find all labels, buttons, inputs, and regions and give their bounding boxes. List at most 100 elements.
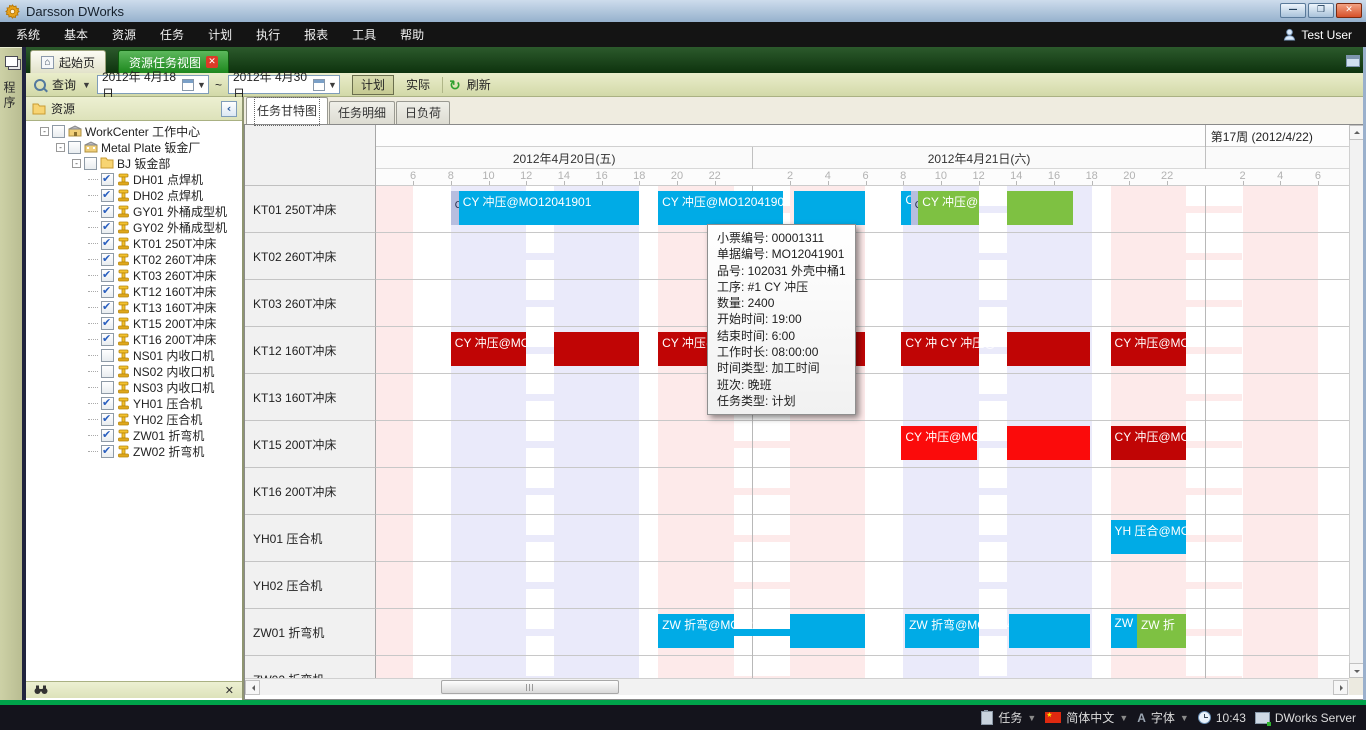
menu-item-计划[interactable]: 计划 xyxy=(196,22,244,47)
expander-icon[interactable]: - xyxy=(56,143,65,152)
dropdown-caret-icon[interactable]: ▼ xyxy=(1119,713,1128,723)
refresh-button[interactable]: 刷新 xyxy=(467,76,491,93)
task-bar[interactable] xyxy=(1007,191,1073,225)
tree-checkbox[interactable] xyxy=(101,189,114,202)
status-item-label[interactable]: 简体中文 xyxy=(1066,709,1114,726)
tree-item[interactable]: DH02 点焊机 xyxy=(26,187,242,203)
date-from-caret-icon[interactable]: ▼ xyxy=(197,80,206,90)
tree-item[interactable]: -BJ 钣金部 xyxy=(26,155,242,171)
tree-item[interactable]: ZW02 折弯机 xyxy=(26,443,242,459)
close-panel-icon[interactable]: ✕ xyxy=(225,684,234,697)
tree-checkbox[interactable] xyxy=(101,413,114,426)
task-bar[interactable] xyxy=(1007,332,1090,366)
horizontal-scrollbar[interactable] xyxy=(245,678,1349,695)
tree-item-label[interactable]: GY01 外桶成型机 xyxy=(133,203,227,220)
task-bar[interactable]: CY 冲压@MO1 xyxy=(1111,426,1186,460)
expander-icon[interactable]: - xyxy=(72,159,81,168)
tree-item-label[interactable]: KT16 200T冲床 xyxy=(133,331,216,348)
menu-item-基本[interactable]: 基本 xyxy=(52,22,100,47)
tree-item-label[interactable]: YH01 压合机 xyxy=(133,395,202,412)
tab-close-icon[interactable]: ✕ xyxy=(206,56,218,68)
task-bar[interactable] xyxy=(1007,426,1090,460)
menu-item-任务[interactable]: 任务 xyxy=(148,22,196,47)
date-to-input[interactable]: 2012年 4月30日 ▼ xyxy=(228,75,340,94)
close-button[interactable]: ✕ xyxy=(1336,3,1362,18)
tree-item-label[interactable]: KT03 260T冲床 xyxy=(133,267,216,284)
scroll-down-icon[interactable] xyxy=(1349,663,1364,678)
tree-item-label[interactable]: NS03 内收口机 xyxy=(133,379,214,396)
expander-icon[interactable]: - xyxy=(40,127,49,136)
tree-item[interactable]: KT01 250T冲床 xyxy=(26,235,242,251)
task-bar[interactable]: CY 冲压@MO12041903 xyxy=(901,426,976,460)
menu-item-执行[interactable]: 执行 xyxy=(244,22,292,47)
tree-item[interactable]: - Metal Plate 钣金厂 xyxy=(26,139,242,155)
tree-item-label[interactable]: WorkCenter 工作中心 xyxy=(85,123,200,140)
tree-checkbox[interactable] xyxy=(101,205,114,218)
tree-item[interactable]: ZW01 折弯机 xyxy=(26,427,242,443)
actual-button[interactable]: 实际 xyxy=(400,76,436,93)
task-bar[interactable]: ZW 折弯@MO12041901 xyxy=(905,614,979,648)
menu-item-工具[interactable]: 工具 xyxy=(340,22,388,47)
menu-item-帮助[interactable]: 帮助 xyxy=(388,22,436,47)
status-item-简体中文[interactable]: ★简体中文▼ xyxy=(1045,709,1128,726)
task-bar[interactable]: ZW 折弯@MO12041901 xyxy=(658,614,733,648)
tree-item[interactable]: - WorkCenter 工作中心 xyxy=(26,123,242,139)
minimize-button[interactable]: — xyxy=(1280,3,1306,18)
tree-item-label[interactable]: KT02 260T冲床 xyxy=(133,251,216,268)
tree-checkbox[interactable] xyxy=(101,333,114,346)
tree-checkbox[interactable] xyxy=(101,429,114,442)
scroll-left-icon[interactable] xyxy=(245,680,260,695)
binoculars-icon[interactable] xyxy=(34,685,48,695)
tree-item[interactable]: YH02 压合机 xyxy=(26,411,242,427)
dropdown-caret-icon[interactable]: ▼ xyxy=(1180,713,1189,723)
task-bar[interactable] xyxy=(794,191,866,225)
query-button[interactable]: 查询 xyxy=(52,76,76,93)
task-bar[interactable] xyxy=(790,614,865,648)
task-bar[interactable]: C xyxy=(901,191,910,225)
tree-item[interactable]: NS03 内收口机 xyxy=(26,379,242,395)
tree-checkbox[interactable] xyxy=(101,269,114,282)
task-bar[interactable]: C xyxy=(911,191,919,225)
menu-item-系统[interactable]: 系统 xyxy=(4,22,52,47)
scrollbar-thumb[interactable] xyxy=(441,680,619,694)
tree-item-label[interactable]: Metal Plate 钣金厂 xyxy=(101,139,200,156)
status-item-label[interactable]: 任务 xyxy=(998,709,1022,726)
vertical-scrollbar[interactable] xyxy=(1349,125,1364,695)
plan-button[interactable]: 计划 xyxy=(352,75,394,95)
tree-checkbox[interactable] xyxy=(101,381,114,394)
status-item-字体[interactable]: A字体▼ xyxy=(1137,709,1189,726)
scroll-right-icon[interactable] xyxy=(1333,680,1348,695)
tree-item[interactable]: KT03 260T冲床 xyxy=(26,267,242,283)
tree-checkbox[interactable] xyxy=(101,237,114,250)
status-item-label[interactable]: 字体 xyxy=(1151,709,1175,726)
tree-checkbox[interactable] xyxy=(101,301,114,314)
tree-item-label[interactable]: NS02 内收口机 xyxy=(133,363,214,380)
tree-checkbox[interactable] xyxy=(101,173,114,186)
tree-item-label[interactable]: ZW01 折弯机 xyxy=(133,427,204,444)
tree-item[interactable]: GY02 外桶成型机 xyxy=(26,219,242,235)
program-dock-strip[interactable]: 程序 xyxy=(0,47,22,701)
query-caret-icon[interactable]: ▼ xyxy=(82,80,91,90)
gantt-tab-任务甘特图[interactable]: 任务甘特图 xyxy=(246,97,328,124)
task-bar[interactable]: CY 冲压@MO12041901 xyxy=(459,191,640,225)
tree-checkbox[interactable] xyxy=(101,445,114,458)
status-item-任务[interactable]: 任务▼ xyxy=(981,709,1036,726)
tree-checkbox[interactable] xyxy=(101,365,114,378)
tree-checkbox[interactable] xyxy=(101,221,114,234)
gantt-tab-日负荷[interactable]: 日负荷 xyxy=(396,101,450,124)
task-bar[interactable]: ZW 折 xyxy=(1137,614,1186,648)
tree-checkbox[interactable] xyxy=(101,285,114,298)
tree-item-label[interactable]: KT01 250T冲床 xyxy=(133,235,216,252)
tree-checkbox[interactable] xyxy=(101,349,114,362)
task-bar[interactable]: CY 冲 CY 冲压@MO12041904 xyxy=(901,332,978,366)
tree-item[interactable]: NS02 内收口机 xyxy=(26,363,242,379)
user-area[interactable]: Test User xyxy=(1283,22,1352,47)
tree-item-label[interactable]: YH02 压合机 xyxy=(133,411,202,428)
tree-item[interactable]: NS01 内收口机 xyxy=(26,347,242,363)
tree-item[interactable]: KT12 160T冲床 xyxy=(26,283,242,299)
tree-item-label[interactable]: DH01 点焊机 xyxy=(133,171,203,188)
tree-checkbox[interactable] xyxy=(84,157,97,170)
collapse-panel-button[interactable]: ‹ xyxy=(221,101,237,117)
tab-home[interactable]: ⌂ 起始页 xyxy=(30,50,106,73)
task-bar[interactable]: YH 压合@MO1 xyxy=(1111,520,1186,554)
